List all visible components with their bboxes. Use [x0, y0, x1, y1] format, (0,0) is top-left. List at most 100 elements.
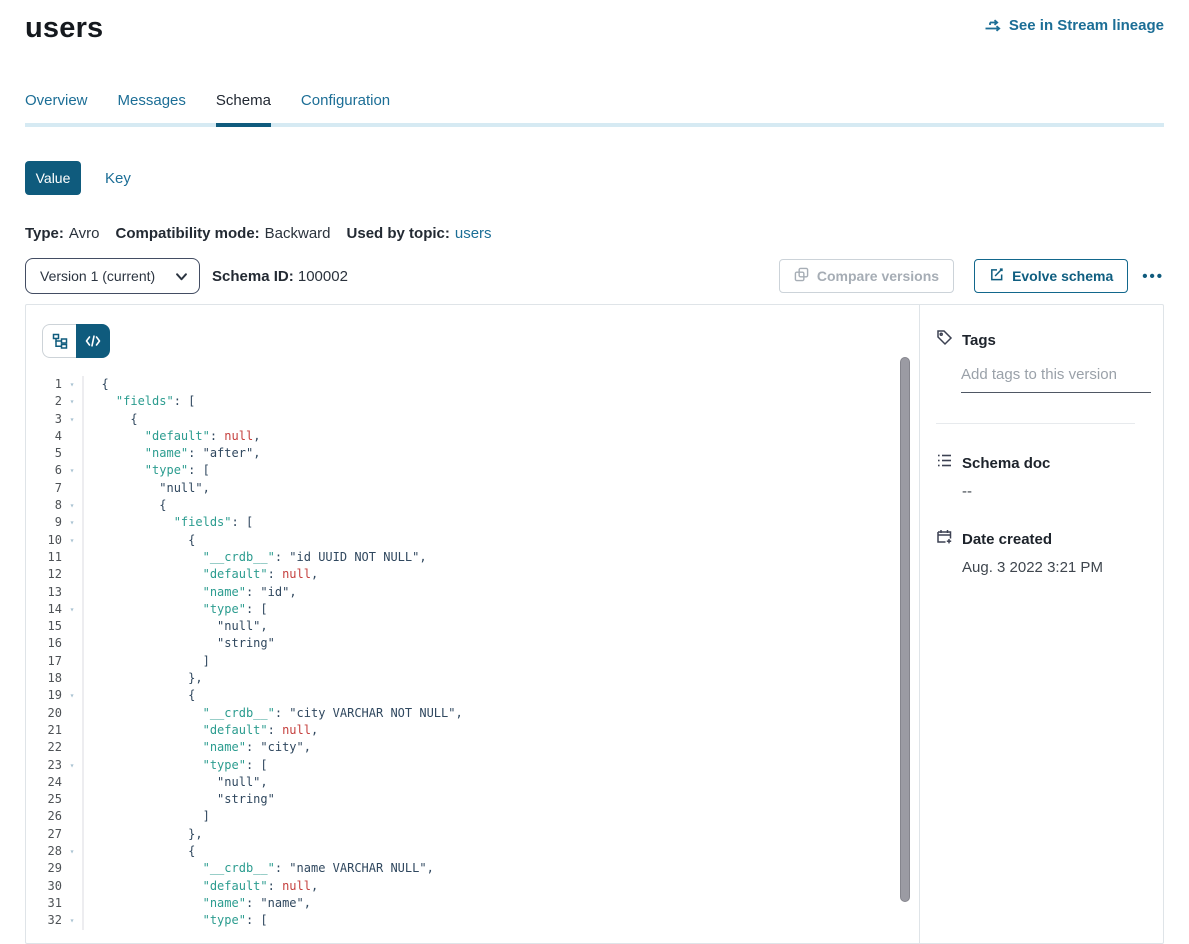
- line-number: 19: [26, 687, 62, 704]
- code-line: "name": "after",: [87, 445, 919, 462]
- fold-spacer: [62, 895, 82, 912]
- fold-toggle-icon[interactable]: ▾: [62, 757, 82, 774]
- code-token-str: "name": [260, 896, 303, 910]
- gutter-row: 31: [26, 895, 82, 912]
- gutter-row: 23▾: [26, 757, 82, 774]
- code-token-pn: :: [246, 740, 260, 754]
- fold-spacer: [62, 445, 82, 462]
- line-number: 31: [26, 895, 62, 912]
- code-token-pn: :: [268, 879, 282, 893]
- tab-configuration[interactable]: Configuration: [301, 86, 390, 123]
- code-token-pn: : [: [246, 758, 268, 772]
- code-token-pn: :: [275, 706, 289, 720]
- editor-scrollbar[interactable]: [899, 357, 911, 943]
- fold-toggle-icon[interactable]: ▾: [62, 393, 82, 410]
- code-token-str: "city VARCHAR NOT NULL": [289, 706, 455, 720]
- fold-toggle-icon[interactable]: ▾: [62, 601, 82, 618]
- code-token-pn: [87, 429, 145, 443]
- tree-view-icon[interactable]: [42, 324, 76, 358]
- fold-spacer: [62, 584, 82, 601]
- line-number: 17: [26, 653, 62, 670]
- fold-toggle-icon[interactable]: ▾: [62, 912, 82, 929]
- code-token-kw: null: [224, 429, 253, 443]
- code-token-str: "string": [217, 636, 275, 650]
- fold-spacer: [62, 774, 82, 791]
- code-token-pn: [87, 619, 217, 633]
- code-token-key: "name": [203, 585, 246, 599]
- version-select[interactable]: Version 1 (current): [25, 258, 200, 294]
- code-token-kw: null: [282, 567, 311, 581]
- code-token-str: "name VARCHAR NULL": [289, 861, 426, 875]
- gutter-row: 24: [26, 774, 82, 791]
- compatibility-label: Compatibility mode:: [115, 225, 259, 242]
- code-line: "null",: [87, 774, 919, 791]
- code-token-pn: : [: [174, 394, 196, 408]
- gutter-row: 11: [26, 549, 82, 566]
- line-number: 11: [26, 549, 62, 566]
- schema-meta-row: Type: Avro Compatibility mode: Backward …: [25, 225, 1164, 242]
- tags-heading-row: Tags: [936, 329, 1147, 351]
- editor-scrollbar-thumb[interactable]: [900, 357, 910, 902]
- code-token-str: "null": [217, 775, 260, 789]
- code-token-str: "city": [260, 740, 303, 754]
- evolve-schema-label: Evolve schema: [1012, 268, 1113, 284]
- code-token-pn: [87, 481, 159, 495]
- code-token-pn: ,: [253, 429, 260, 443]
- evolve-schema-button[interactable]: Evolve schema: [974, 259, 1128, 293]
- value-toggle-button[interactable]: Value: [25, 161, 81, 195]
- code-editor[interactable]: 1▾2▾3▾456▾78▾9▾10▾11121314▾1516171819▾20…: [26, 376, 919, 930]
- code-token-pn: :: [188, 446, 202, 460]
- edit-icon: [989, 267, 1004, 285]
- code-token-str: "null": [217, 619, 260, 633]
- tab-schema[interactable]: Schema: [216, 86, 271, 127]
- add-tags-input[interactable]: [961, 364, 1151, 393]
- tab-overview[interactable]: Overview: [25, 86, 88, 123]
- code-line: "__crdb__": "id UUID NOT NULL",: [87, 549, 919, 566]
- code-line: "type": [: [87, 757, 919, 774]
- gutter-row: 12: [26, 566, 82, 583]
- stream-lineage-link[interactable]: See in Stream lineage: [984, 17, 1164, 34]
- code-line: "default": null,: [87, 428, 919, 445]
- gutter-row: 10▾: [26, 532, 82, 549]
- fold-toggle-icon[interactable]: ▾: [62, 411, 82, 428]
- fold-toggle-icon[interactable]: ▾: [62, 532, 82, 549]
- code-view-icon[interactable]: [76, 324, 110, 358]
- code-token-pn: },: [87, 827, 203, 841]
- fold-toggle-icon[interactable]: ▾: [62, 462, 82, 479]
- gutter-row: 1▾: [26, 376, 82, 393]
- fold-spacer: [62, 860, 82, 877]
- code-token-pn: :: [268, 567, 282, 581]
- code-token-pn: [87, 636, 217, 650]
- code-token-key: "fields": [116, 394, 174, 408]
- schema-id-label: Schema ID:: [212, 268, 294, 285]
- more-actions-button[interactable]: •••: [1142, 268, 1164, 285]
- code-gutter: 1▾2▾3▾456▾78▾9▾10▾11121314▾1516171819▾20…: [26, 376, 84, 930]
- gutter-row: 28▾: [26, 843, 82, 860]
- gutter-row: 4: [26, 428, 82, 445]
- code-token-pn: : [: [246, 913, 268, 927]
- compare-versions-button[interactable]: Compare versions: [779, 259, 954, 293]
- code-token-pn: ]: [87, 809, 210, 823]
- code-token-pn: ,: [455, 706, 462, 720]
- tab-messages[interactable]: Messages: [118, 86, 186, 123]
- key-toggle-link[interactable]: Key: [105, 170, 131, 187]
- fold-toggle-icon[interactable]: ▾: [62, 497, 82, 514]
- line-number: 2: [26, 393, 62, 410]
- code-token-str: "id UUID NOT NULL": [289, 550, 419, 564]
- used-by-topic-link[interactable]: users: [455, 225, 492, 242]
- code-token-key: "type": [203, 758, 246, 772]
- schema-panel: 1▾2▾3▾456▾78▾9▾10▾11121314▾1516171819▾20…: [25, 304, 1164, 944]
- schema-doc-value: --: [962, 483, 1147, 500]
- line-number: 14: [26, 601, 62, 618]
- tags-heading: Tags: [962, 332, 996, 349]
- fold-toggle-icon[interactable]: ▾: [62, 843, 82, 860]
- fold-spacer: [62, 808, 82, 825]
- schema-id-value: 100002: [298, 268, 348, 285]
- fold-toggle-icon[interactable]: ▾: [62, 687, 82, 704]
- code-line: "string": [87, 791, 919, 808]
- fold-toggle-icon[interactable]: ▾: [62, 376, 82, 393]
- tab-bar: Overview Messages Schema Configuration: [25, 86, 1164, 127]
- date-created-heading: Date created: [962, 531, 1052, 548]
- line-number: 4: [26, 428, 62, 445]
- fold-toggle-icon[interactable]: ▾: [62, 514, 82, 531]
